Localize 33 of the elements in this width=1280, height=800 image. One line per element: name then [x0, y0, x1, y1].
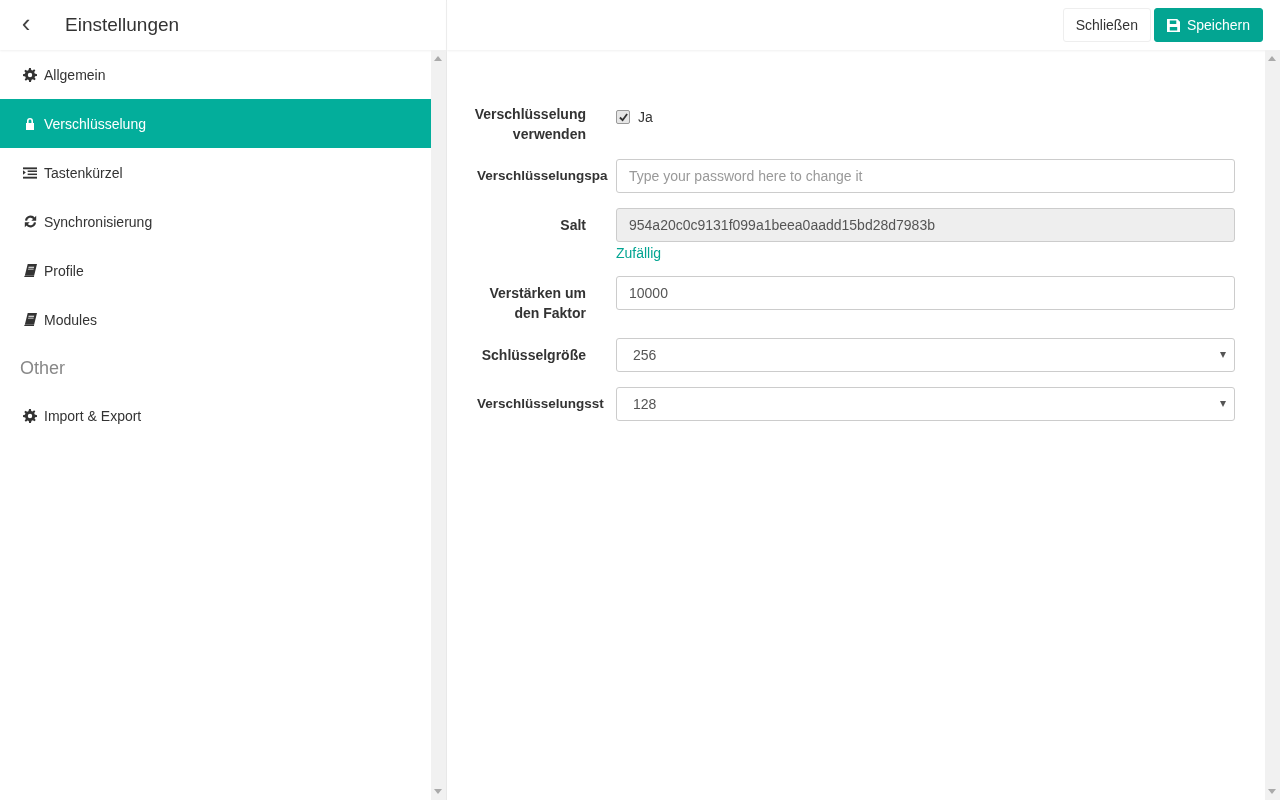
back-button[interactable]: ‹ [16, 10, 36, 40]
select-dropdown[interactable]: 128 [616, 387, 1235, 421]
sidebar-item[interactable]: Import & Export [0, 391, 431, 440]
section-heading: Other [19, 357, 67, 380]
sidebar-item[interactable]: Allgemein [0, 50, 431, 99]
caret-icon [1220, 401, 1226, 407]
sidebar-item[interactable]: Synchronisierung [0, 197, 431, 246]
sidebar-item[interactable]: Profile [0, 246, 431, 295]
list-icon [23, 166, 37, 179]
sidebar-item[interactable]: Modules [0, 295, 431, 344]
field-label: Salt [560, 216, 586, 235]
checkbox-label: Ja [638, 109, 653, 125]
field-label: Verstärken um den Faktor [488, 284, 586, 323]
gear-icon [23, 67, 37, 82]
book-icon [23, 264, 37, 277]
select-dropdown[interactable]: 256 [616, 338, 1235, 372]
lock-icon [23, 117, 37, 130]
sync-icon [23, 215, 37, 228]
scrollbar[interactable] [431, 50, 446, 800]
close-button[interactable]: Schließen [1062, 8, 1151, 42]
field-label: Verschlüsselungspa [477, 167, 608, 185]
field-label: Verschlüsselungsst [477, 395, 604, 413]
input-field[interactable]: Type your password here to change it [616, 159, 1235, 193]
gear-icon [23, 408, 37, 423]
scrollbar[interactable] [1265, 50, 1280, 800]
caret-icon [1220, 352, 1226, 358]
book-icon [23, 313, 37, 326]
input-field[interactable]: 10000 [616, 276, 1235, 310]
field-label: Verschlüsselung verwenden [474, 105, 586, 144]
checkbox[interactable] [616, 110, 630, 124]
sidebar-item[interactable]: Tastenkürzel [0, 148, 431, 197]
field-label: Schlüsselgröße [481, 346, 586, 365]
sidebar-title: Einstellungen [65, 14, 180, 36]
